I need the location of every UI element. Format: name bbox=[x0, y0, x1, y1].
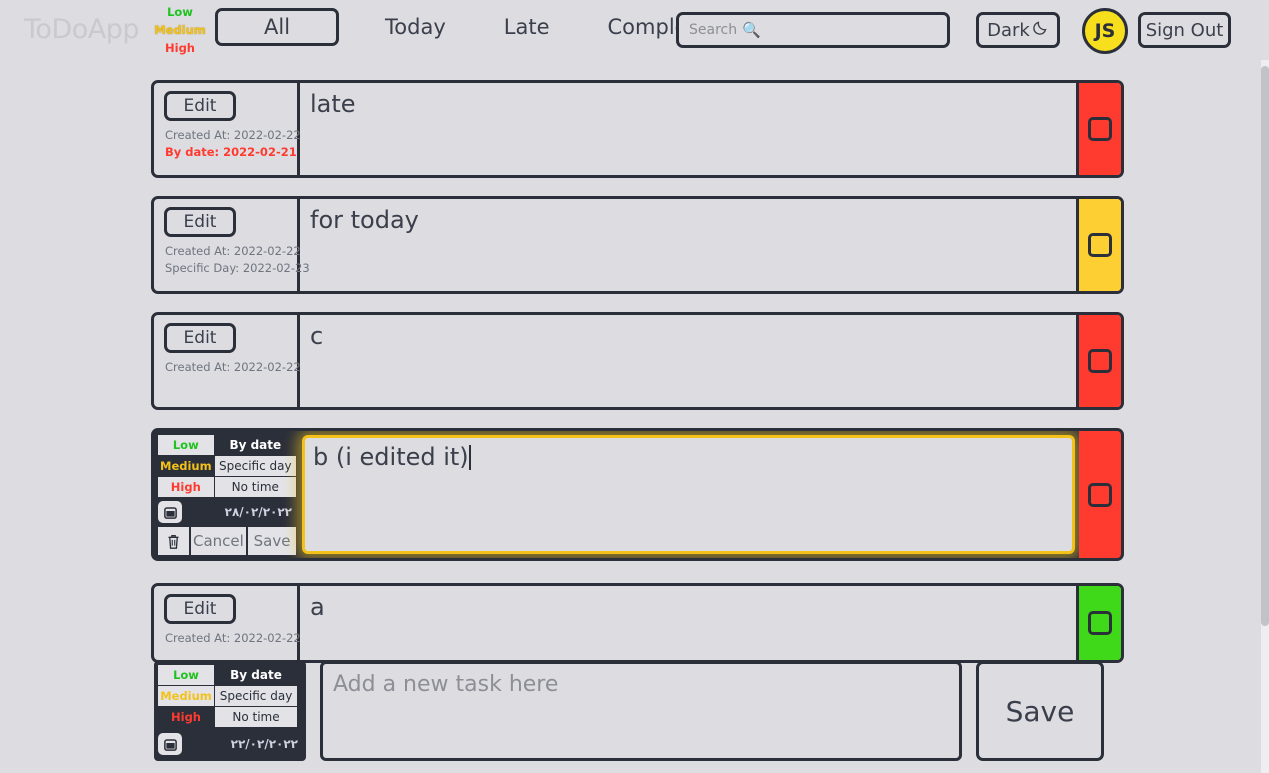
add-time-specific-day[interactable]: Specific day bbox=[215, 686, 297, 706]
avatar-initials: JS bbox=[1094, 20, 1116, 42]
add-option-row: Low By date bbox=[158, 665, 302, 685]
search-placeholder-text: Search bbox=[689, 22, 738, 38]
task-created-date: Created At: 2022-02-22 bbox=[165, 360, 301, 374]
dark-mode-label: Dark bbox=[987, 19, 1030, 41]
edit-time-by-date[interactable]: By date bbox=[214, 435, 296, 455]
priority-legend: Low Medium High bbox=[152, 3, 208, 57]
edit-button[interactable]: Edit bbox=[164, 594, 236, 624]
task-priority-block bbox=[1079, 83, 1121, 175]
task-text[interactable]: late bbox=[300, 83, 1079, 175]
search-input[interactable]: Search 🔍 bbox=[676, 12, 950, 48]
new-task-placeholder: Add a new task here bbox=[333, 672, 559, 697]
add-date-value[interactable]: ۲۲/۰۲/۲۰۲۲ bbox=[186, 737, 302, 751]
nav-tabs: All Today Late Complete bbox=[215, 8, 727, 46]
task-edit-panel: Low By date Medium Specific day High No … bbox=[154, 431, 300, 558]
magnifier-icon: 🔍 bbox=[742, 21, 761, 39]
trash-icon[interactable] bbox=[158, 527, 189, 555]
edit-priority-low[interactable]: Low bbox=[158, 435, 214, 455]
tab-late[interactable]: Late bbox=[486, 9, 568, 45]
edit-date-value[interactable]: ۲۸/۰۲/۲۰۲۲ bbox=[186, 505, 296, 519]
add-priority-medium[interactable]: Medium bbox=[158, 686, 214, 706]
legend-high-label: High bbox=[165, 41, 195, 55]
legend-low-label: Low bbox=[167, 5, 193, 19]
task-row: Edit Created At: 2022-02-22 c bbox=[151, 312, 1124, 410]
edit-option-row: Low By date bbox=[158, 435, 296, 455]
page-scrollbar-thumb[interactable] bbox=[1261, 66, 1269, 626]
edit-actions: Cancel Save bbox=[158, 527, 296, 555]
task-priority-block bbox=[1079, 199, 1121, 291]
sign-out-button[interactable]: Sign Out bbox=[1138, 12, 1231, 48]
calendar-icon[interactable] bbox=[158, 733, 182, 755]
edit-priority-high[interactable]: High bbox=[158, 477, 214, 497]
add-task-options-panel: Low By date Medium Specific day High No … bbox=[154, 661, 306, 761]
add-task-save-button[interactable]: Save bbox=[976, 661, 1104, 761]
edit-textarea-wrap: b (i edited it) bbox=[300, 431, 1079, 558]
task-complete-checkbox[interactable] bbox=[1088, 482, 1112, 507]
todo-app-window: ToDoApp Low Medium High All Today Late C… bbox=[0, 0, 1269, 773]
task-due-date: Specific Day: 2022-02-23 bbox=[165, 261, 310, 275]
task-due-date: By date: 2022-02-21 bbox=[165, 145, 297, 159]
task-list: Edit Created At: 2022-02-22 By date: 202… bbox=[0, 60, 1269, 773]
edit-button[interactable]: Edit bbox=[164, 323, 236, 353]
task-created-date: Created At: 2022-02-22 bbox=[165, 128, 301, 142]
edit-option-grid: Low By date Medium Specific day High No … bbox=[158, 435, 296, 497]
search-placeholder-group: Search 🔍 bbox=[689, 21, 761, 39]
task-text[interactable]: a bbox=[300, 586, 1079, 660]
task-complete-checkbox[interactable] bbox=[1088, 117, 1112, 141]
add-priority-high[interactable]: High bbox=[158, 707, 214, 727]
task-text[interactable]: for today bbox=[300, 199, 1079, 291]
task-row: Edit Created At: 2022-02-22 By date: 202… bbox=[151, 80, 1124, 178]
edit-button[interactable]: Edit bbox=[164, 207, 236, 237]
add-priority-low[interactable]: Low bbox=[158, 665, 214, 685]
task-priority-block bbox=[1079, 315, 1121, 407]
task-complete-checkbox[interactable] bbox=[1088, 611, 1112, 635]
task-meta: Edit Created At: 2022-02-22 By date: 202… bbox=[154, 83, 301, 175]
edit-option-row: High No time bbox=[158, 477, 296, 497]
new-task-input[interactable]: Add a new task here bbox=[320, 661, 962, 761]
edit-task-textarea[interactable]: b (i edited it) bbox=[302, 435, 1075, 554]
task-complete-checkbox[interactable] bbox=[1088, 349, 1112, 373]
edit-button[interactable]: Edit bbox=[164, 91, 236, 121]
add-task-form: Low By date Medium Specific day High No … bbox=[154, 661, 1104, 761]
add-time-no-time[interactable]: No time bbox=[215, 707, 297, 727]
task-complete-checkbox[interactable] bbox=[1088, 233, 1112, 257]
add-option-grid: Low By date Medium Specific day High No … bbox=[158, 665, 302, 727]
edit-time-specific-day[interactable]: Specific day bbox=[214, 456, 296, 476]
moon-icon bbox=[1032, 19, 1049, 41]
add-time-by-date[interactable]: By date bbox=[215, 665, 297, 685]
edit-task-text: b (i edited it) bbox=[313, 443, 469, 471]
task-text[interactable]: c bbox=[300, 315, 1079, 407]
add-option-row: High No time bbox=[158, 707, 302, 727]
edit-save-button[interactable]: Save bbox=[248, 527, 296, 555]
text-caret bbox=[468, 445, 471, 470]
legend-medium-label: Medium bbox=[154, 23, 206, 37]
edit-priority-medium[interactable]: Medium bbox=[158, 456, 214, 476]
app-header: ToDoApp Low Medium High All Today Late C… bbox=[0, 0, 1269, 60]
tab-all[interactable]: All bbox=[215, 8, 340, 46]
task-meta: Edit Created At: 2022-02-22 bbox=[154, 586, 301, 660]
dark-mode-toggle[interactable]: Dark bbox=[976, 12, 1060, 48]
add-date-row: ۲۲/۰۲/۲۰۲۲ bbox=[158, 731, 302, 757]
calendar-icon[interactable] bbox=[158, 501, 182, 523]
task-meta: Edit Created At: 2022-02-22 bbox=[154, 315, 301, 407]
tab-today[interactable]: Today bbox=[367, 9, 464, 45]
avatar[interactable]: JS bbox=[1082, 8, 1128, 54]
edit-time-no-time[interactable]: No time bbox=[214, 477, 296, 497]
task-row-editing: Low By date Medium Specific day High No … bbox=[151, 428, 1124, 561]
task-priority-block bbox=[1079, 586, 1121, 660]
task-priority-block bbox=[1079, 431, 1121, 558]
task-row: Edit Created At: 2022-02-22 Specific Day… bbox=[151, 196, 1124, 294]
add-option-row: Medium Specific day bbox=[158, 686, 302, 706]
task-created-date: Created At: 2022-02-22 bbox=[165, 631, 301, 645]
task-row: Edit Created At: 2022-02-22 a bbox=[151, 583, 1124, 663]
app-logo: ToDoApp bbox=[24, 14, 139, 45]
edit-date-row: ۲۸/۰۲/۲۰۲۲ bbox=[158, 501, 296, 523]
edit-option-row: Medium Specific day bbox=[158, 456, 296, 476]
task-meta: Edit Created At: 2022-02-22 Specific Day… bbox=[154, 199, 310, 291]
task-created-date: Created At: 2022-02-22 bbox=[165, 244, 301, 258]
edit-cancel-button[interactable]: Cancel bbox=[190, 527, 247, 555]
